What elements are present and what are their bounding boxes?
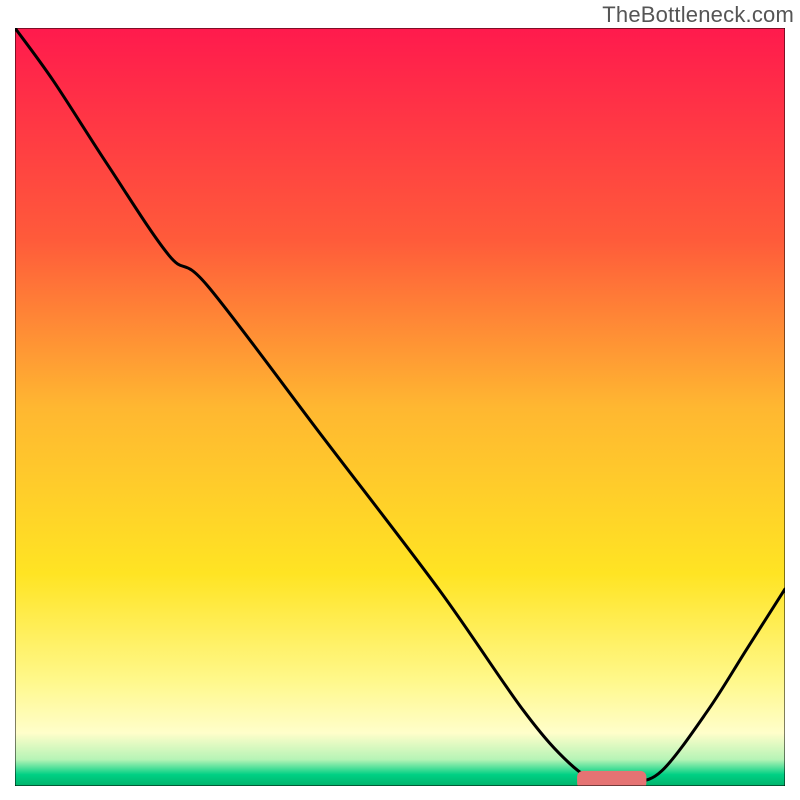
chart-container: TheBottleneck.com: [0, 0, 800, 800]
bottleneck-chart: [15, 28, 785, 786]
watermark-text: TheBottleneck.com: [602, 2, 794, 28]
gradient-background: [15, 28, 785, 786]
